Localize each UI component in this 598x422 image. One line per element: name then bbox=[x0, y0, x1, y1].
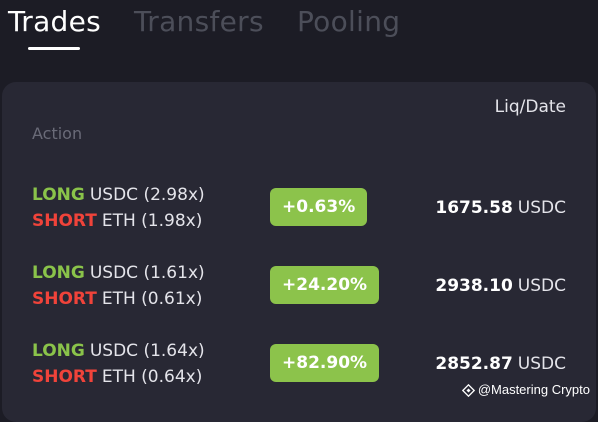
liq-price: 2938.10 USDC bbox=[435, 274, 566, 298]
tab-bar: Trades Transfers Pooling bbox=[0, 0, 598, 60]
pnl-badge[interactable]: +24.20% bbox=[270, 266, 380, 304]
short-label: SHORT bbox=[32, 289, 97, 309]
trade-row[interactable]: LONG USDC (2.98x) SHORT ETH (1.98x) +0.63%… bbox=[2, 183, 596, 253]
short-asset: ETH (0.64x) bbox=[101, 367, 203, 387]
column-header-liq-date: Liq/Date bbox=[494, 97, 566, 117]
short-asset: ETH (0.61x) bbox=[101, 289, 203, 309]
short-label: SHORT bbox=[32, 211, 97, 231]
long-leg: LONG USDC (2.98x) bbox=[32, 183, 205, 207]
active-tab-indicator bbox=[28, 47, 80, 50]
watermark-text: @Mastering Crypto bbox=[477, 382, 590, 397]
watermark: @Mastering Crypto bbox=[461, 381, 590, 399]
long-label: LONG bbox=[32, 341, 85, 361]
short-leg: SHORT ETH (0.64x) bbox=[32, 365, 202, 389]
pnl-badge[interactable]: +82.90% bbox=[270, 344, 380, 382]
tab-trades[interactable]: Trades bbox=[8, 4, 101, 40]
tab-transfers[interactable]: Transfers bbox=[134, 4, 264, 40]
liq-unit: USDC bbox=[517, 354, 566, 374]
short-asset: ETH (1.98x) bbox=[101, 211, 203, 231]
short-label: SHORT bbox=[32, 367, 97, 387]
liq-price: 2852.87 USDC bbox=[435, 352, 566, 376]
long-asset: USDC (1.64x) bbox=[89, 341, 205, 361]
trade-row[interactable]: LONG USDC (1.61x) SHORT ETH (0.61x) +24.20… bbox=[2, 261, 596, 331]
long-leg: LONG USDC (1.61x) bbox=[32, 261, 205, 285]
short-leg: SHORT ETH (0.61x) bbox=[32, 287, 202, 311]
liq-value: 1675.58 bbox=[435, 198, 513, 218]
binance-square-icon bbox=[461, 383, 475, 397]
liq-unit: USDC bbox=[517, 276, 566, 296]
long-label: LONG bbox=[32, 263, 85, 283]
tab-pooling[interactable]: Pooling bbox=[297, 4, 400, 40]
long-label: LONG bbox=[32, 185, 85, 205]
long-asset: USDC (1.61x) bbox=[89, 263, 205, 283]
trades-panel: Action Liq/Date LONG USDC (2.98x) SHORT ET… bbox=[2, 82, 596, 422]
liq-unit: USDC bbox=[517, 198, 566, 218]
long-asset: USDC (2.98x) bbox=[89, 185, 205, 205]
pnl-badge[interactable]: +0.63% bbox=[270, 188, 368, 226]
long-leg: LONG USDC (1.64x) bbox=[32, 339, 205, 363]
liq-value: 2852.87 bbox=[435, 354, 513, 374]
short-leg: SHORT ETH (1.98x) bbox=[32, 209, 202, 233]
column-header-action: Action bbox=[32, 124, 83, 143]
liq-price: 1675.58 USDC bbox=[435, 196, 566, 220]
liq-value: 2938.10 bbox=[435, 276, 513, 296]
